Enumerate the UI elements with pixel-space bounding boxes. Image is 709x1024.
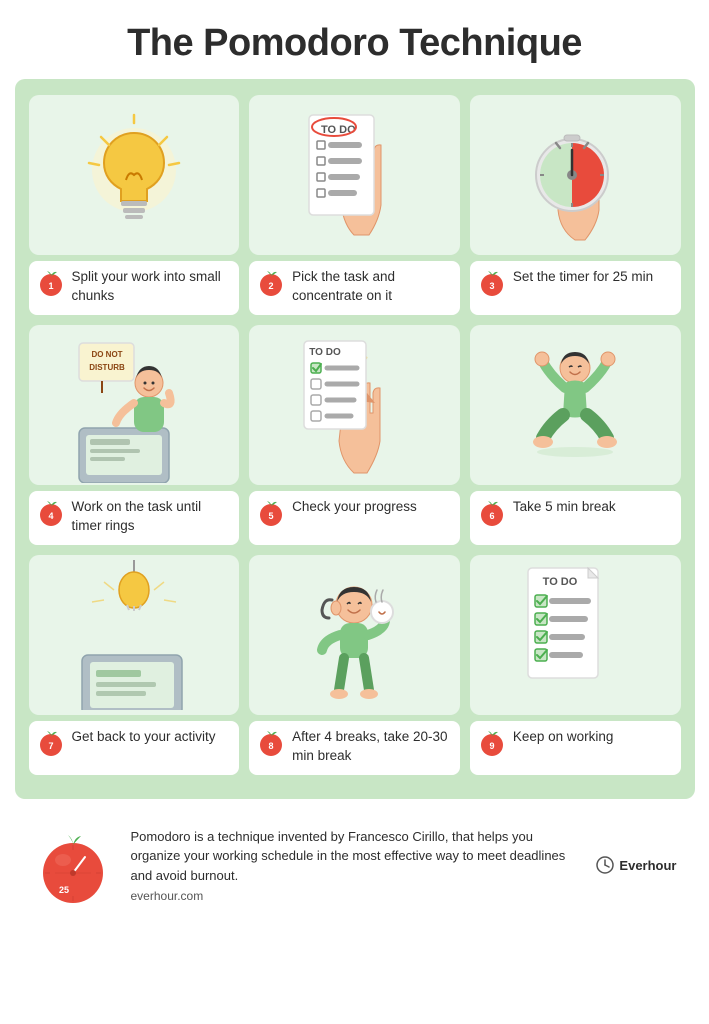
step-1: 1 Split your work into small chunks (29, 95, 240, 315)
svg-text:1: 1 (48, 281, 53, 291)
do-not-disturb-icon: DO NOT DISTURB (74, 328, 194, 483)
svg-text:TO DO: TO DO (310, 347, 342, 358)
tomato-4: 4 (37, 498, 65, 526)
svg-text:4: 4 (48, 511, 53, 521)
tomato-6: 6 (478, 498, 506, 526)
step-7-text: Get back to your activity (72, 728, 216, 747)
step-9-label: 9 Keep on working (470, 721, 681, 775)
step-4-label: 4 Work on the task until timer rings (29, 491, 240, 545)
step-6-label: 6 Take 5 min break (470, 491, 681, 545)
todo-list-icon: TO DO (299, 105, 409, 245)
tomato-8: 8 (257, 728, 285, 756)
step-7-label: 7 Get back to your activity (29, 721, 240, 775)
svg-text:3: 3 (489, 281, 494, 291)
footer-text-block: Pomodoro is a technique invented by Fran… (131, 827, 579, 904)
step-7: 7 Get back to your activity (29, 555, 240, 775)
laptop-icon (74, 560, 194, 710)
step-4-text: Work on the task until timer rings (72, 498, 232, 536)
step-9-text: Keep on working (513, 728, 614, 747)
row-2: DO NOT DISTURB (29, 325, 681, 545)
row-3: 7 Get back to your activity (29, 555, 681, 775)
todo-check-icon: TO DO (299, 333, 409, 478)
meditation-icon (515, 330, 635, 480)
step-1-illustration (29, 95, 240, 255)
step-9-illustration: TO DO (470, 555, 681, 715)
svg-text:DO NOT: DO NOT (91, 350, 122, 359)
tomato-7: 7 (37, 728, 65, 756)
footer-description: Pomodoro is a technique invented by Fran… (131, 827, 579, 886)
page-title: The Pomodoro Technique (0, 0, 709, 79)
svg-text:8: 8 (269, 741, 274, 751)
todo-list2-icon: TO DO (520, 563, 630, 708)
step-4-illustration: DO NOT DISTURB (29, 325, 240, 485)
step-8: 8 After 4 breaks, take 20-30 min break (249, 555, 460, 775)
tomato-5: 5 (257, 498, 285, 526)
step-3-illustration (470, 95, 681, 255)
step-2: TO DO (249, 95, 460, 315)
step-3-text: Set the timer for 25 min (513, 268, 653, 287)
step-8-text: After 4 breaks, take 20-30 min break (292, 728, 452, 766)
svg-text:2: 2 (269, 281, 274, 291)
tomato-1: 1 (37, 268, 65, 296)
row-1: 1 Split your work into small chunks TO D… (29, 95, 681, 315)
everhour-icon (596, 856, 614, 874)
step-6-text: Take 5 min break (513, 498, 616, 517)
step-8-illustration (249, 555, 460, 715)
step-1-text: Split your work into small chunks (72, 268, 232, 306)
svg-text:6: 6 (489, 511, 494, 521)
svg-text:5: 5 (269, 511, 274, 521)
step-8-label: 8 After 4 breaks, take 20-30 min break (249, 721, 460, 775)
svg-text:25: 25 (59, 885, 69, 895)
step-7-illustration (29, 555, 240, 715)
step-2-text: Pick the task and concentrate on it (292, 268, 452, 306)
tomato-2: 2 (257, 268, 285, 296)
step-1-label: 1 Split your work into small chunks (29, 261, 240, 315)
svg-text:TO DO: TO DO (321, 124, 356, 136)
step-9: TO DO (470, 555, 681, 775)
tomato-9: 9 (478, 728, 506, 756)
tomato-3: 3 (478, 268, 506, 296)
footer-brand: Everhour (596, 856, 676, 874)
timer-icon (520, 105, 630, 245)
main-content: 1 Split your work into small chunks TO D… (15, 79, 695, 799)
step-6: 6 Take 5 min break (470, 325, 681, 545)
step-3-label: 3 Set the timer for 25 min (470, 261, 681, 315)
svg-text:DISTURB: DISTURB (89, 363, 125, 372)
brand-name: Everhour (619, 858, 676, 873)
step-2-illustration: TO DO (249, 95, 460, 255)
coffee-icon (294, 560, 414, 710)
footer-url: everhour.com (131, 889, 579, 903)
step-3: 3 Set the timer for 25 min (470, 95, 681, 315)
svg-text:9: 9 (489, 741, 494, 751)
step-4: DO NOT DISTURB (29, 325, 240, 545)
step-6-illustration (470, 325, 681, 485)
step-5-label: 5 Check your progress (249, 491, 460, 545)
footer-tomato-icon: 25 (33, 825, 113, 905)
svg-text:7: 7 (48, 741, 53, 751)
step-5-illustration: TO DO (249, 325, 460, 485)
step-5: TO DO (249, 325, 460, 545)
svg-text:TO DO: TO DO (543, 576, 578, 588)
lightbulb-icon (79, 105, 189, 245)
step-5-text: Check your progress (292, 498, 417, 517)
footer: 25 Pomodoro is a technique invented by F… (15, 809, 695, 921)
step-2-label: 2 Pick the task and concentrate on it (249, 261, 460, 315)
